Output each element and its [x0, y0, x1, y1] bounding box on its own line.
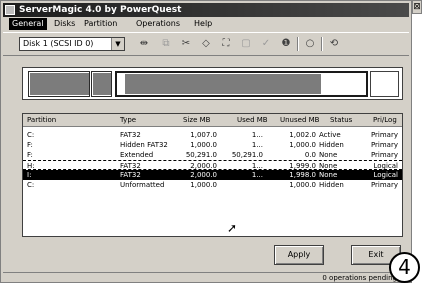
cell-type: Hidden FAT32 — [120, 141, 168, 149]
cell-prilog: Primary — [370, 181, 398, 189]
cell-size: 2,000.0 — [190, 171, 217, 179]
toolbar: Disk 1 (SCSI ID 0) ▼ ⇹ ⧉ ✂ ◇ ⛶ ▢ ✓ ❶ ○ ⟲ — [3, 32, 409, 56]
cell-partition: C: — [27, 181, 35, 189]
table-row[interactable]: F: Hidden FAT32 1,000.0 1... 1,000.0 Hidden Pr… — [23, 140, 402, 150]
copy-icon[interactable]: ⧉ — [159, 38, 173, 50]
cell-unused: 1,998.0 — [289, 171, 316, 179]
partition-used-bar — [125, 74, 322, 94]
cell-type: FAT32 — [120, 171, 141, 179]
disk-map — [22, 67, 403, 100]
toolbar-separator — [321, 37, 323, 51]
window-title: ServerMagic 4.0 by PowerQuest — [19, 5, 182, 15]
apply-icon[interactable]: ⟲ — [327, 38, 341, 50]
cell-prilog: Primary — [370, 151, 398, 159]
toolbar-separator — [297, 37, 299, 51]
cell-type: Unformatted — [120, 181, 165, 189]
cell-size: 1,007.0 — [190, 131, 217, 139]
cell-unused: 0.0 — [304, 151, 316, 159]
close-icon[interactable]: ⊠ — [412, 0, 422, 14]
cell-status: Hidden — [319, 141, 344, 149]
cell-status: None — [319, 171, 338, 179]
cell-status: None — [319, 151, 338, 159]
cell-partition: F: — [27, 151, 33, 159]
col-unused[interactable]: Unused MB — [280, 114, 319, 126]
disk-map-partition-2[interactable] — [91, 71, 112, 97]
cell-unused: 1,000.0 — [289, 141, 316, 149]
menu-operations[interactable]: Operations — [133, 18, 183, 30]
undo-icon[interactable]: ○ — [303, 38, 317, 50]
col-partition[interactable]: Partition — [27, 114, 56, 126]
cell-used: 1... — [251, 131, 263, 139]
menu-general[interactable]: General — [9, 18, 47, 30]
cell-size: 1,000.0 — [190, 181, 217, 189]
cell-used: 50,291.0 — [231, 151, 263, 159]
check-icon[interactable]: ✓ — [259, 38, 273, 50]
partition-used-bar — [93, 73, 111, 95]
table-row[interactable]: F: Extended 50,291.0 50,291.0 0.0 None Primary — [23, 150, 402, 160]
disk-select-value: Disk 1 (SCSI ID 0) — [23, 39, 94, 48]
partition-table: Partition Type Size MB Used MB Unused MB… — [22, 113, 403, 237]
col-type[interactable]: Type — [120, 114, 136, 126]
table-header: Partition Type Size MB Used MB Unused MB… — [23, 114, 402, 127]
cell-status: Hidden — [319, 181, 344, 189]
cell-prilog: Primary — [370, 141, 398, 149]
status-bar: 0 operations pending — [3, 272, 409, 284]
cell-used: 1... — [251, 171, 263, 179]
menu-partition[interactable]: Partition — [81, 18, 120, 30]
menu-bar: General Disks Partition Operations Help — [3, 18, 409, 30]
disk-map-free-space[interactable] — [370, 71, 399, 97]
properties-icon[interactable]: ❶ — [279, 38, 293, 50]
cell-partition: C: — [27, 131, 35, 139]
cell-type: Extended — [120, 151, 154, 159]
col-size[interactable]: Size MB — [183, 114, 210, 126]
status-text: 0 operations pending — [322, 274, 397, 282]
partition-used-bar — [30, 73, 89, 95]
table-row[interactable]: C: Unformatted 1,000.0 1,000.0 Hidden Primary — [23, 180, 402, 190]
table-row[interactable]: I: FAT32 2,000.0 1... 1,998.0 None Logical — [23, 170, 402, 180]
disk-select[interactable]: Disk 1 (SCSI ID 0) ▼ — [19, 37, 125, 51]
cell-status: Active — [319, 131, 341, 139]
cell-unused: 1,002.0 — [289, 131, 316, 139]
step-badge: 4 — [389, 252, 420, 283]
cell-type: FAT32 — [120, 131, 141, 139]
title-bar[interactable]: ServerMagic 4.0 by PowerQuest — [3, 3, 409, 17]
menu-disks[interactable]: Disks — [51, 18, 78, 30]
col-used[interactable]: Used MB — [237, 114, 268, 126]
disk-map-partition-3[interactable] — [115, 71, 368, 97]
table-row[interactable]: C: FAT32 1,007.0 1... 1,002.0 Active Primary — [23, 130, 402, 140]
col-prilog[interactable]: Pri/Log — [373, 114, 397, 126]
cell-size: 50,291.0 — [185, 151, 217, 159]
cell-partition: F: — [27, 141, 33, 149]
move-resize-icon[interactable]: ⇹ — [137, 38, 151, 50]
info-icon[interactable]: ▢ — [239, 38, 253, 50]
app-window: ServerMagic 4.0 by PowerQuest General Di… — [0, 0, 412, 283]
format-icon[interactable]: ⛶ — [219, 38, 233, 50]
cell-partition: I: — [27, 171, 32, 179]
delete-icon[interactable]: ✂ — [179, 38, 193, 50]
cell-used: 1... — [251, 141, 263, 149]
col-status[interactable]: Status — [330, 114, 352, 126]
cell-size: 1,000.0 — [190, 141, 217, 149]
apply-button[interactable]: Apply — [274, 245, 324, 265]
mouse-cursor-icon: ➚ — [227, 221, 238, 235]
menu-help[interactable]: Help — [191, 18, 215, 30]
disk-map-partition-1[interactable] — [28, 71, 90, 97]
cell-prilog: Primary — [370, 131, 398, 139]
cell-unused: 1,000.0 — [289, 181, 316, 189]
app-icon — [5, 5, 15, 15]
cell-prilog: Logical — [373, 171, 398, 179]
label-icon[interactable]: ◇ — [199, 38, 213, 50]
table-row[interactable]: H: FAT32 2,000.0 1... 1,999.0 None Logical — [23, 160, 402, 170]
chevron-down-icon[interactable]: ▼ — [111, 38, 124, 50]
